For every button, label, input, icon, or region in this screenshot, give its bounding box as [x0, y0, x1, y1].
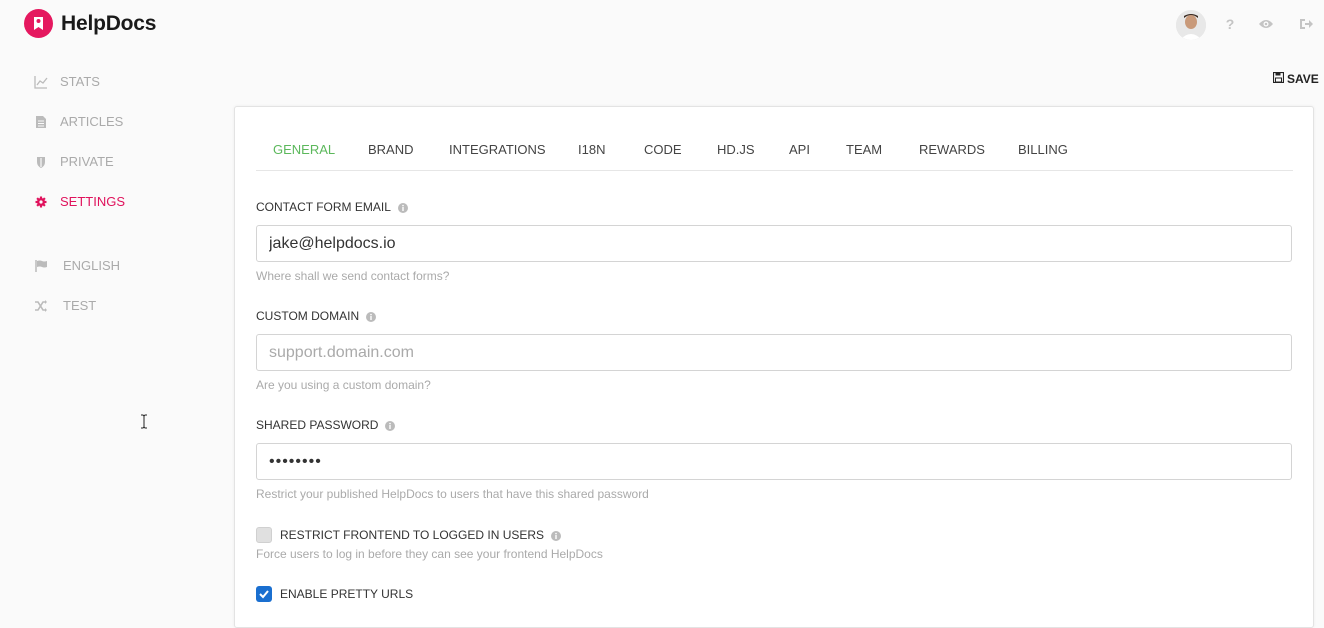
- checkmark-icon: [259, 590, 269, 599]
- eye-icon[interactable]: [1258, 16, 1274, 32]
- shared-password-label: SHARED PASSWORD: [256, 418, 396, 432]
- custom-domain-label: CUSTOM DOMAIN: [256, 309, 377, 323]
- shuffle-icon: [34, 299, 48, 313]
- custom-domain-field[interactable]: [256, 334, 1292, 371]
- tab-brand[interactable]: BRAND: [368, 142, 414, 157]
- sign-out-icon[interactable]: [1298, 16, 1314, 32]
- sidebar-item-label: TEST: [63, 298, 97, 313]
- info-icon[interactable]: [397, 202, 408, 213]
- info-icon[interactable]: [366, 311, 377, 322]
- shared-password-label-text: SHARED PASSWORD: [256, 418, 379, 432]
- logo[interactable]: HelpDocs: [24, 9, 156, 38]
- shield-icon: [34, 155, 48, 169]
- floppy-disk-icon: [1272, 71, 1285, 86]
- settings-panel: GENERAL BRAND INTEGRATIONS I18N CODE HD.…: [234, 106, 1314, 628]
- sidebar-item-label: SETTINGS: [60, 194, 126, 209]
- settings-tabs: GENERAL BRAND INTEGRATIONS I18N CODE HD.…: [256, 107, 1293, 171]
- tab-api[interactable]: API: [789, 142, 810, 157]
- shared-password-help: Restrict your published HelpDocs to user…: [256, 487, 649, 501]
- sidebar-item-settings[interactable]: SETTINGS: [34, 194, 125, 209]
- info-icon[interactable]: [385, 420, 396, 431]
- sidebar-item-stats[interactable]: STATS: [34, 74, 100, 89]
- tab-i18n[interactable]: I18N: [578, 142, 605, 157]
- contact-email-help: Where shall we send contact forms?: [256, 269, 450, 283]
- chart-line-icon: [34, 75, 48, 89]
- text-cursor-icon: [140, 414, 148, 429]
- document-icon: [34, 115, 48, 129]
- question-icon[interactable]: ?: [1222, 16, 1238, 32]
- shared-password-field[interactable]: [256, 443, 1292, 480]
- gear-icon: [34, 195, 48, 209]
- help-glyph: ?: [1225, 16, 1235, 32]
- contact-email-field[interactable]: [256, 225, 1292, 262]
- pretty-urls-checkbox[interactable]: [256, 586, 272, 602]
- custom-domain-label-text: CUSTOM DOMAIN: [256, 309, 360, 323]
- custom-domain-help: Are you using a custom domain?: [256, 378, 431, 392]
- tab-general[interactable]: GENERAL: [273, 142, 335, 157]
- avatar[interactable]: [1176, 10, 1206, 40]
- sidebar-item-english[interactable]: ENGLISH: [34, 258, 120, 273]
- helpdocs-logo-icon: [24, 9, 53, 38]
- tab-integrations[interactable]: INTEGRATIONS: [449, 142, 546, 157]
- tab-billing[interactable]: BILLING: [1018, 142, 1068, 157]
- contact-email-label-text: CONTACT FORM EMAIL: [256, 200, 391, 214]
- sidebar-item-label: ARTICLES: [60, 114, 124, 129]
- tab-hdjs[interactable]: HD.JS: [717, 142, 755, 157]
- app-name: HelpDocs: [61, 11, 157, 35]
- sidebar-item-test[interactable]: TEST: [34, 298, 96, 313]
- tab-code[interactable]: CODE: [644, 142, 682, 157]
- restrict-frontend-checkbox[interactable]: [256, 527, 272, 543]
- sidebar-item-label: ENGLISH: [63, 258, 121, 273]
- sidebar-item-label: PRIVATE: [60, 154, 114, 169]
- info-icon[interactable]: [551, 530, 562, 541]
- restrict-frontend-help: Force users to log in before they can se…: [256, 547, 603, 561]
- tab-rewards[interactable]: REWARDS: [919, 142, 985, 157]
- save-button[interactable]: SAVE: [1272, 71, 1319, 86]
- sidebar-item-articles[interactable]: ARTICLES: [34, 114, 123, 129]
- restrict-frontend-row: RESTRICT FRONTEND TO LOGGED IN USERS: [256, 527, 562, 543]
- pretty-urls-row: ENABLE PRETTY URLS: [256, 586, 413, 602]
- flag-icon: [34, 259, 48, 273]
- contact-email-label: CONTACT FORM EMAIL: [256, 200, 408, 214]
- restrict-frontend-label: RESTRICT FRONTEND TO LOGGED IN USERS: [280, 528, 545, 542]
- sidebar-item-label: STATS: [60, 74, 100, 89]
- sidebar-item-private[interactable]: PRIVATE: [34, 154, 114, 169]
- tab-team[interactable]: TEAM: [846, 142, 882, 157]
- pretty-urls-label: ENABLE PRETTY URLS: [280, 587, 414, 601]
- save-label: SAVE: [1287, 72, 1319, 86]
